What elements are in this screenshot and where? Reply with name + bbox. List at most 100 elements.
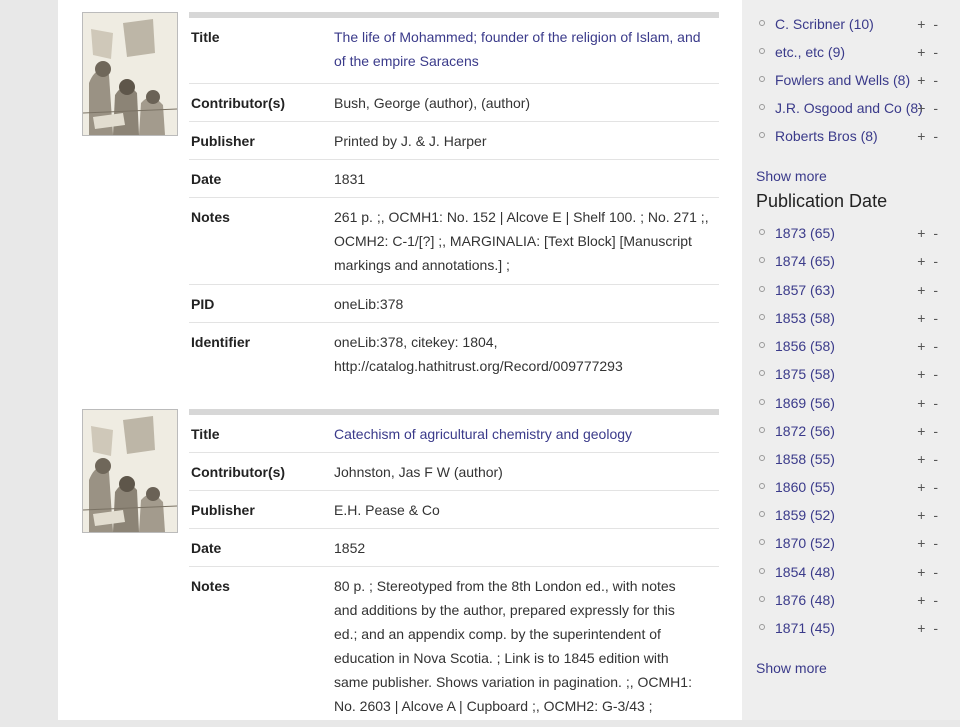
field-label: Date: [191, 171, 222, 187]
circle-bullet-icon: [759, 314, 765, 320]
field-value: 1852: [334, 540, 366, 556]
include-exclude-toggle[interactable]: + -: [917, 335, 940, 357]
circle-bullet-icon: [759, 427, 765, 433]
field-label: PID: [191, 296, 215, 312]
include-exclude-toggle[interactable]: + -: [917, 532, 940, 554]
circle-bullet-icon: [759, 399, 765, 405]
field-label: Contributor(s): [191, 95, 286, 111]
field-date: Date 1831: [189, 160, 719, 198]
field-value: E.H. Pease & Co: [334, 502, 440, 518]
publication-date-heading: Publication Date: [756, 191, 888, 211]
facet-item-pubdate[interactable]: 1873 (65) + -: [758, 222, 944, 244]
circle-bullet-icon: [759, 624, 765, 630]
facet-item-pubdate[interactable]: 1875 (58) + -: [758, 363, 944, 385]
facet-item-publisher[interactable]: J.R. Osgood and Co (8) + -: [758, 97, 944, 119]
include-exclude-toggle[interactable]: + -: [917, 222, 940, 244]
field-contributors: Contributor(s) Bush, George (author), (a…: [189, 84, 719, 122]
record-thumbnail[interactable]: [82, 12, 178, 136]
include-exclude-toggle[interactable]: + -: [917, 13, 940, 35]
field-value: 80 p. ; Stereotyped from the 8th London …: [334, 578, 692, 714]
circle-bullet-icon: [759, 76, 765, 82]
field-label: Date: [191, 540, 222, 556]
field-publisher: Publisher Printed by J. & J. Harper: [189, 122, 719, 160]
circle-bullet-icon: [759, 132, 765, 138]
circle-bullet-icon: [759, 229, 765, 235]
pubdate-show-more-link[interactable]: Show more: [756, 660, 827, 676]
facet-item-publisher[interactable]: etc., etc (9) + -: [758, 41, 944, 63]
field-label: Identifier: [191, 334, 251, 350]
facet-item-pubdate[interactable]: 1872 (56) + -: [758, 420, 944, 442]
field-value: oneLib:378, citekey: 1804, http://catalo…: [334, 334, 623, 374]
facet-item-pubdate[interactable]: 1856 (58) + -: [758, 335, 944, 357]
include-exclude-toggle[interactable]: + -: [917, 420, 940, 442]
include-exclude-toggle[interactable]: + -: [917, 307, 940, 329]
circle-bullet-icon: [759, 596, 765, 602]
facet-item-pubdate[interactable]: 1853 (58) + -: [758, 307, 944, 329]
facet-item-publisher[interactable]: Fowlers and Wells (8) + -: [758, 69, 944, 91]
facet-item-pubdate[interactable]: 1857 (63) + -: [758, 279, 944, 301]
circle-bullet-icon: [759, 286, 765, 292]
record-metadata-table: Title The life of Mohammed; founder of t…: [189, 12, 719, 385]
facet-item-pubdate[interactable]: 1874 (65) + -: [758, 250, 944, 272]
circle-bullet-icon: [759, 48, 765, 54]
include-exclude-toggle[interactable]: + -: [917, 504, 940, 526]
field-pid: PID oneLib:378: [189, 285, 719, 323]
facet-item-pubdate[interactable]: 1859 (52) + -: [758, 504, 944, 526]
include-exclude-toggle[interactable]: + -: [917, 617, 940, 639]
title-link[interactable]: The life of Mohammed; founder of the rel…: [334, 25, 719, 76]
circle-bullet-icon: [759, 104, 765, 110]
facet-item-pubdate[interactable]: 1870 (52) + -: [758, 532, 944, 554]
results-panel: Title The life of Mohammed; founder of t…: [58, 0, 742, 720]
title-link[interactable]: Catechism of agricultural chemistry and …: [334, 422, 719, 445]
field-label: Notes: [191, 209, 230, 225]
include-exclude-toggle[interactable]: + -: [917, 41, 940, 63]
field-label: Title: [191, 29, 220, 45]
include-exclude-toggle[interactable]: + -: [917, 97, 940, 119]
field-label: Publisher: [191, 133, 255, 149]
include-exclude-toggle[interactable]: + -: [917, 392, 940, 414]
engraving-thumbnail-icon: [83, 13, 177, 135]
include-exclude-toggle[interactable]: + -: [917, 69, 940, 91]
field-value: Printed by J. & J. Harper: [334, 133, 487, 149]
include-exclude-toggle[interactable]: + -: [917, 279, 940, 301]
field-date: Date 1852: [189, 529, 719, 567]
engraving-thumbnail-icon: [83, 410, 177, 532]
include-exclude-toggle[interactable]: + -: [917, 363, 940, 385]
field-value: Johnston, Jas F W (author): [334, 464, 503, 480]
facet-item-pubdate[interactable]: 1876 (48) + -: [758, 589, 944, 611]
field-label: Title: [191, 426, 220, 442]
field-value: oneLib:378: [334, 296, 404, 312]
circle-bullet-icon: [759, 20, 765, 26]
circle-bullet-icon: [759, 483, 765, 489]
circle-bullet-icon: [759, 257, 765, 263]
field-contributors: Contributor(s) Johnston, Jas F W (author…: [189, 453, 719, 491]
facet-item-pubdate[interactable]: 1854 (48) + -: [758, 561, 944, 583]
field-title: Title The life of Mohammed; founder of t…: [189, 18, 719, 84]
include-exclude-toggle[interactable]: + -: [917, 589, 940, 611]
field-label: Publisher: [191, 502, 255, 518]
include-exclude-toggle[interactable]: + -: [917, 561, 940, 583]
include-exclude-toggle[interactable]: + -: [917, 250, 940, 272]
include-exclude-toggle[interactable]: + -: [917, 448, 940, 470]
field-identifier: Identifier oneLib:378, citekey: 1804, ht…: [189, 323, 719, 385]
field-label: Contributor(s): [191, 464, 286, 480]
field-publisher: Publisher E.H. Pease & Co: [189, 491, 719, 529]
facet-item-pubdate[interactable]: 1858 (55) + -: [758, 448, 944, 470]
circle-bullet-icon: [759, 539, 765, 545]
circle-bullet-icon: [759, 342, 765, 348]
record-thumbnail[interactable]: [82, 409, 178, 533]
facet-item-publisher[interactable]: C. Scribner (10) + -: [758, 13, 944, 35]
field-notes: Notes 261 p. ;, OCMH1: No. 152 | Alcove …: [189, 198, 719, 285]
field-value: 261 p. ;, OCMH1: No. 152 | Alcove E | Sh…: [334, 209, 709, 273]
publisher-show-more-link[interactable]: Show more: [756, 168, 827, 184]
facet-item-pubdate[interactable]: 1871 (45) + -: [758, 617, 944, 639]
include-exclude-toggle[interactable]: + -: [917, 476, 940, 498]
facet-item-publisher[interactable]: Roberts Bros (8) + -: [758, 125, 944, 147]
facet-item-pubdate[interactable]: 1869 (56) + -: [758, 392, 944, 414]
include-exclude-toggle[interactable]: + -: [917, 125, 940, 147]
field-label: Notes: [191, 578, 230, 594]
facet-item-pubdate[interactable]: 1860 (55) + -: [758, 476, 944, 498]
circle-bullet-icon: [759, 455, 765, 461]
record-metadata-table: Title Catechism of agricultural chemistr…: [189, 409, 719, 727]
field-notes: Notes 80 p. ; Stereotyped from the 8th L…: [189, 567, 719, 727]
